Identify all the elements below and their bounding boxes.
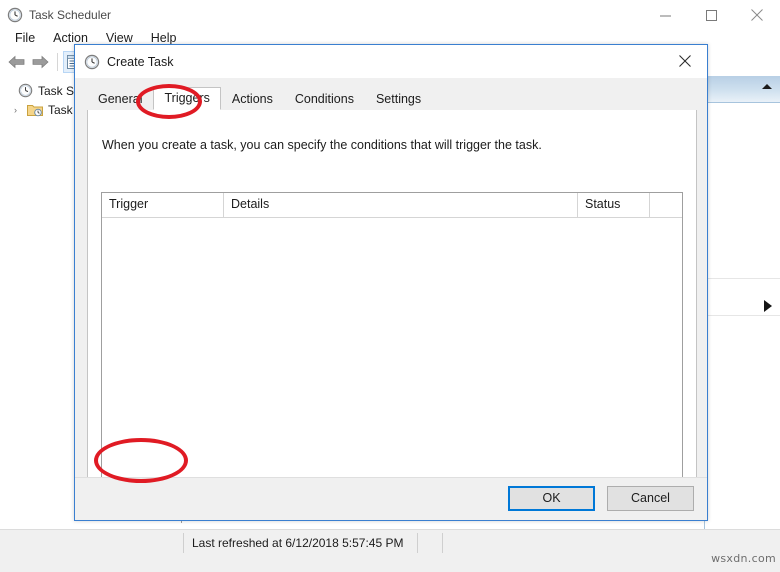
tab-triggers[interactable]: Triggers <box>153 87 221 110</box>
tab-strip: General Triggers Actions Conditions Sett… <box>87 87 432 110</box>
back-arrow-icon[interactable] <box>4 51 28 73</box>
maximize-button[interactable] <box>688 0 734 30</box>
cancel-button[interactable]: Cancel <box>607 486 694 511</box>
dialog-title: Create Task <box>107 54 174 69</box>
actions-pane-header <box>705 76 780 103</box>
window-titlebar: Task Scheduler <box>0 0 780 30</box>
column-header-status[interactable]: Status <box>578 193 650 217</box>
window-controls <box>642 0 780 30</box>
window-title: Task Scheduler <box>29 8 112 22</box>
clock-icon <box>18 83 33 98</box>
actions-divider <box>705 315 780 316</box>
ok-button[interactable]: OK <box>508 486 595 511</box>
tab-settings[interactable]: Settings <box>365 88 432 110</box>
column-header-trigger[interactable]: Trigger <box>102 193 224 217</box>
status-bar-bottom <box>0 555 780 572</box>
folder-clock-icon <box>27 103 43 117</box>
menu-file[interactable]: File <box>6 28 44 48</box>
column-header-spacer <box>650 193 682 217</box>
clock-icon <box>7 7 23 23</box>
close-button[interactable] <box>734 0 780 30</box>
triggers-tab-panel: When you create a task, you can specify … <box>87 110 697 520</box>
status-bar: Last refreshed at 6/12/2018 5:57:45 PM <box>0 529 780 555</box>
toolbar-separator <box>57 53 58 71</box>
trigger-table-header: Trigger Details Status <box>102 193 682 218</box>
tab-general[interactable]: General <box>87 88 153 110</box>
status-separator <box>442 532 444 553</box>
clock-icon <box>84 54 100 70</box>
dialog-close-button[interactable] <box>662 45 707 77</box>
minimize-button[interactable] <box>642 0 688 30</box>
trigger-table[interactable]: Trigger Details Status <box>101 192 683 480</box>
expand-arrow-icon[interactable] <box>764 300 772 312</box>
chevron-up-icon[interactable] <box>762 84 772 89</box>
column-header-details[interactable]: Details <box>224 193 578 217</box>
dialog-body: General Triggers Actions Conditions Sett… <box>75 78 707 520</box>
tab-conditions[interactable]: Conditions <box>284 88 365 110</box>
tab-description: When you create a task, you can specify … <box>102 138 542 152</box>
forward-arrow-icon[interactable] <box>28 51 52 73</box>
actions-pane-body <box>705 103 780 278</box>
chevron-right-icon[interactable]: › <box>14 105 27 115</box>
actions-pane <box>704 76 780 529</box>
dialog-footer: OK Cancel <box>75 477 707 520</box>
watermark: wsxdn.com <box>711 552 776 565</box>
dialog-titlebar: Create Task <box>75 45 707 78</box>
status-refresh-text: Last refreshed at 6/12/2018 5:57:45 PM <box>192 535 404 550</box>
status-separator <box>417 532 419 553</box>
create-task-dialog: Create Task General Triggers Actions Con… <box>74 44 708 521</box>
tab-actions[interactable]: Actions <box>221 88 284 110</box>
